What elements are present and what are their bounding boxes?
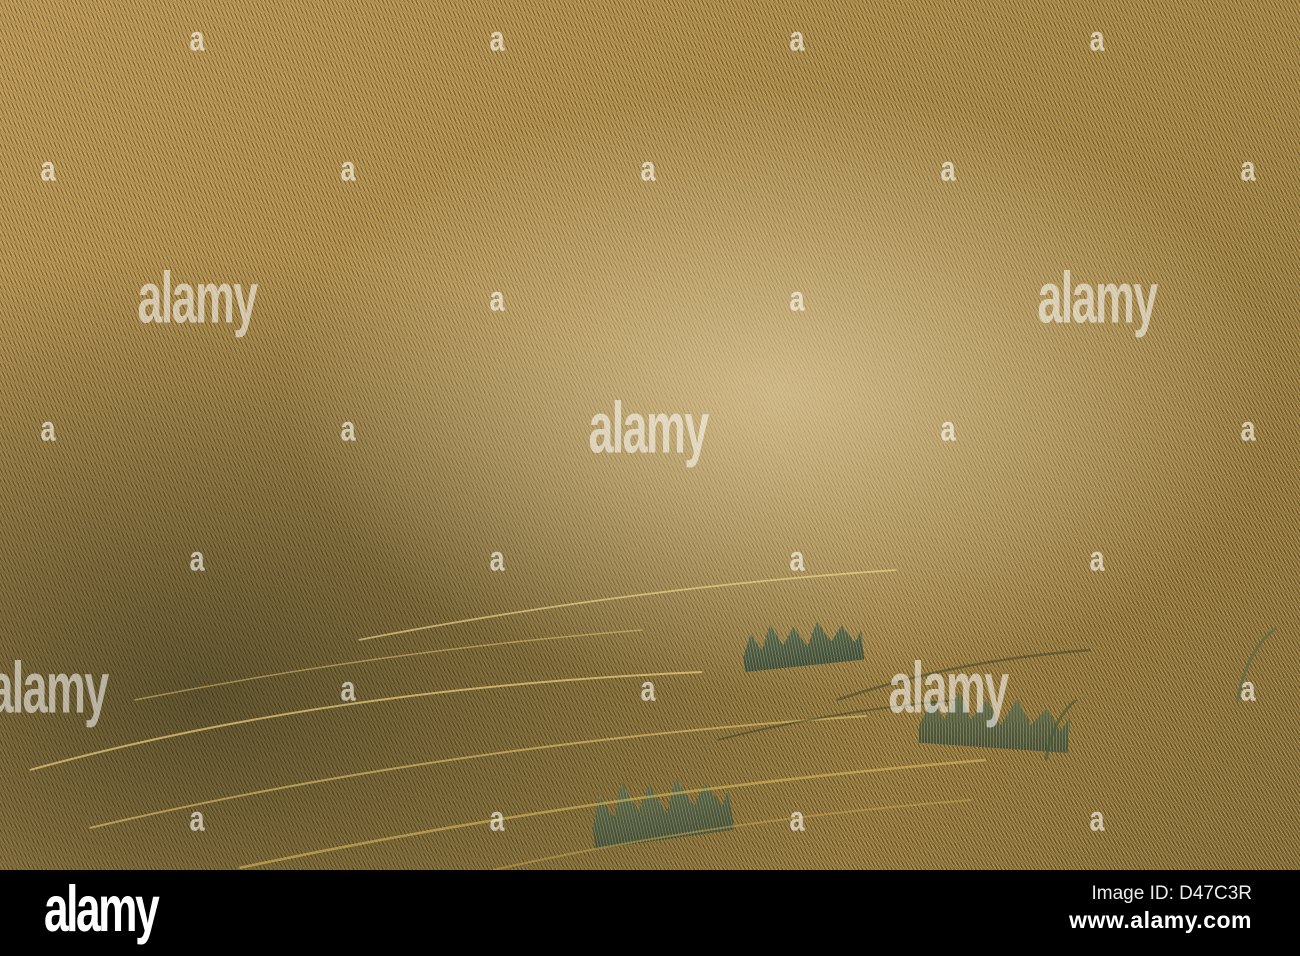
image-id-text: Image ID: D47C3R [1091, 883, 1252, 904]
bottom-right-grass [0, 0, 1300, 870]
alamy-footer-bar: alamy Image ID: D47C3R www.alamy.com [0, 870, 1300, 956]
stock-photo: a a a a a a a a a a a a a a a a a a a a a a a a a a alamy alamy alam… [0, 0, 1300, 870]
alamy-logo: alamy [44, 873, 160, 946]
footer-info: Image ID: D47C3R www.alamy.com [1069, 883, 1252, 935]
alamy-stock-photo-page: a a a a a a a a a a a a a a a a a a a a a a a a a a alamy alamy alam… [0, 0, 1300, 956]
alamy-website-text: www.alamy.com [1069, 906, 1252, 933]
